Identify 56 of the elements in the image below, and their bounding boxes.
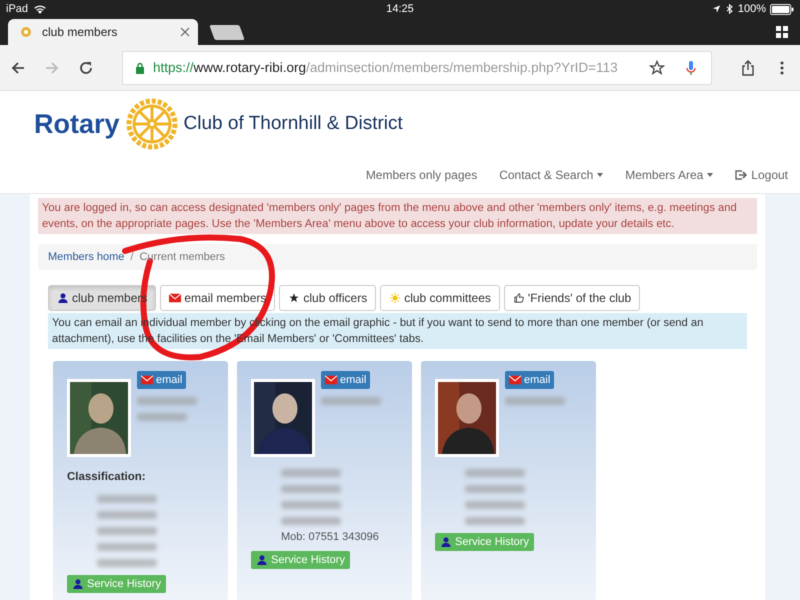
tab[interactable]: club officers	[279, 285, 376, 311]
email-button[interactable]: email	[505, 371, 554, 389]
breadcrumb-link[interactable]: Members home	[48, 251, 124, 263]
blurred-text-drawing	[137, 397, 197, 421]
location-icon	[712, 4, 721, 14]
envelope-icon	[169, 293, 182, 303]
address-bar[interactable]: https://www.rotary-ribi.org/adminsection/members/membership.php?YrID=113	[122, 50, 712, 84]
blurred-text-drawing	[281, 469, 341, 525]
tab[interactable]: email members	[160, 285, 276, 311]
browser-tab[interactable]: club members	[8, 19, 198, 45]
gear-wheel-icon	[126, 98, 178, 150]
person-icon	[72, 579, 84, 589]
sun-icon	[389, 293, 402, 303]
star-icon[interactable]	[649, 60, 665, 76]
classification-label: Classification:	[67, 471, 146, 483]
new-tab-button[interactable]	[209, 25, 245, 40]
wifi-icon	[33, 4, 48, 14]
blurred-text-drawing	[505, 397, 565, 405]
person-icon	[256, 555, 268, 565]
battery-icon	[770, 4, 794, 14]
envelope-icon	[141, 375, 153, 385]
blurred-text-drawing	[97, 495, 157, 567]
envelope-icon	[325, 375, 337, 385]
club-name: Club of Thornhill & District	[184, 113, 403, 135]
device-name: iPad	[6, 3, 28, 15]
person-icon	[57, 293, 69, 303]
share-icon[interactable]	[740, 60, 756, 76]
nav-link[interactable]: Members only pages	[366, 168, 478, 182]
nav-link[interactable]: Logout	[735, 168, 788, 182]
clock-time: 14:25	[385, 3, 415, 15]
login-alert: You are logged in, so can access designated 'members only' pages from the menu above and other 'members only' items, e.g. meetings and events, on the appropriate pages. Use the 'Members Area' menu above to access your club information, update your details etc.	[38, 198, 757, 234]
email-button[interactable]: email	[137, 371, 186, 389]
tab-switcher-icon[interactable]	[776, 26, 788, 38]
lock-icon	[135, 62, 145, 74]
tab[interactable]: 'Friends' of the club	[504, 285, 640, 311]
reload-icon[interactable]	[78, 60, 94, 76]
nav-link[interactable]: Members Area	[625, 168, 714, 182]
battery-percentage: 100%	[738, 3, 766, 15]
mobile-number: Mob: 07551 343096	[281, 531, 380, 543]
close-icon[interactable]	[180, 27, 190, 37]
blurred-text-drawing	[465, 469, 525, 525]
logout-icon	[735, 169, 748, 181]
rotary-favicon-icon	[20, 26, 32, 38]
breadcrumb-separator: /	[130, 251, 134, 263]
envelope-icon	[509, 375, 521, 385]
blurred-text-drawing	[321, 397, 381, 405]
thumbs-up-icon	[512, 293, 525, 303]
email-button[interactable]: email	[321, 371, 370, 389]
nav-link[interactable]: Contact & Search	[499, 168, 604, 182]
star-icon	[288, 293, 300, 303]
person-icon	[440, 537, 452, 547]
tab[interactable]: club committees	[380, 285, 500, 311]
bluetooth-icon	[724, 4, 734, 14]
breadcrumb-current: Current members	[139, 251, 226, 263]
back-icon[interactable]	[10, 60, 26, 76]
rotary-logo-text: Rotary	[34, 108, 120, 140]
